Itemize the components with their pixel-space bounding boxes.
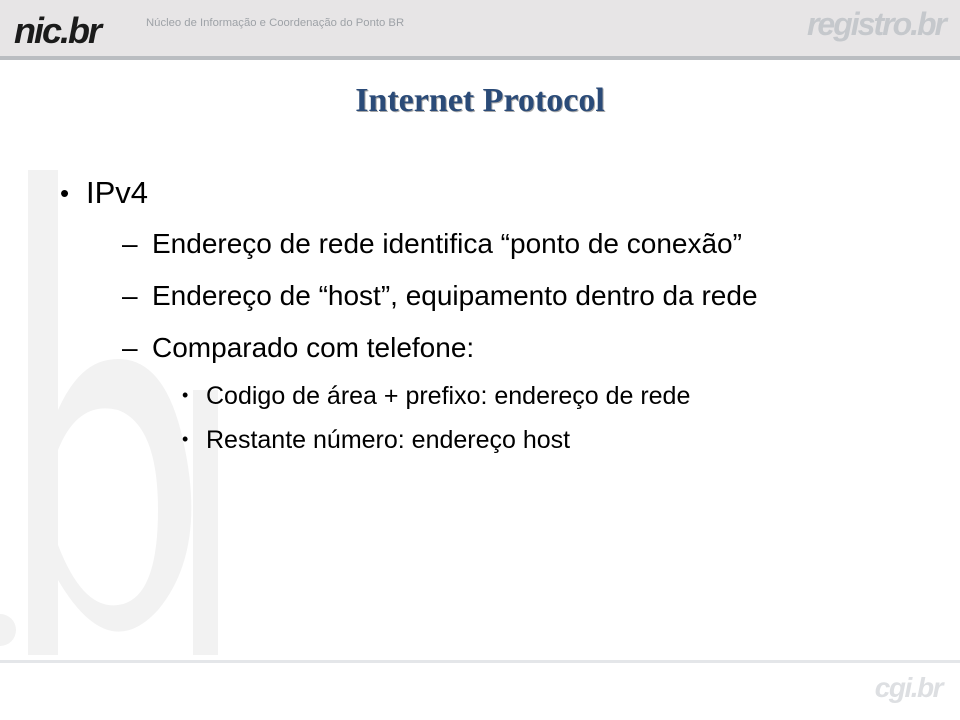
bullet-level1: IPv4 xyxy=(60,175,960,211)
bullet-level3: Codigo de área + prefixo: endereço de re… xyxy=(182,380,960,414)
header-tagline: Núcleo de Informação e Coordenação do Po… xyxy=(146,17,404,29)
nic-br-logo: nic.br xyxy=(14,13,100,49)
bullet-level3: Restante número: endereço host xyxy=(182,424,960,458)
bullet-list: IPv4 Endereço de rede identifica “ponto … xyxy=(60,175,960,458)
bullet-level2: Endereço de “host”, equipamento dentro d… xyxy=(122,277,932,315)
footer-bar: cgi.br xyxy=(0,660,960,720)
bullet-level2: Comparado com telefone: xyxy=(122,329,932,367)
slide-title: Internet Protocol xyxy=(0,82,960,120)
bullet-level2: Endereço de rede identifica “ponto de co… xyxy=(122,225,932,263)
registro-br-logo: registro.br xyxy=(807,8,945,40)
footer-divider xyxy=(0,660,960,663)
header-bar: nic.br Núcleo de Informação e Coordenaçã… xyxy=(0,0,960,60)
cgi-br-logo: cgi.br xyxy=(875,672,942,704)
slide-content: Internet Protocol IPv4 Endereço de rede … xyxy=(0,82,960,458)
